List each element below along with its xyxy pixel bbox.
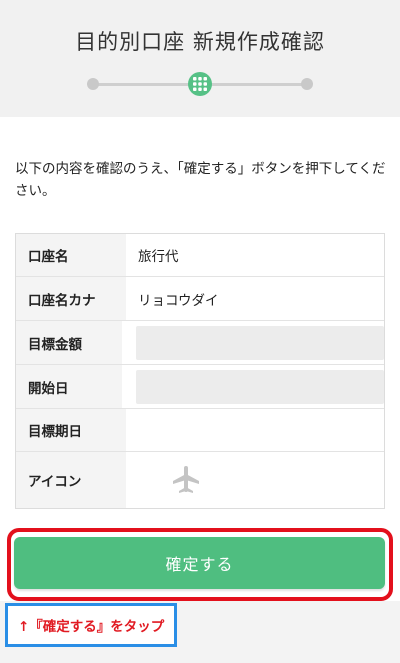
- grid-icon: [193, 77, 207, 91]
- table-row: 目標金額: [16, 321, 384, 365]
- step-dot-current: [188, 72, 212, 96]
- step-dot-3: [301, 78, 313, 90]
- row-label: 目標金額: [16, 321, 122, 364]
- table-row: 開始日: [16, 365, 384, 409]
- table-row: 口座名カナ リョコウダイ: [16, 277, 384, 321]
- airplane-icon: [173, 466, 199, 493]
- row-label: 口座名カナ: [16, 277, 126, 320]
- confirmation-table: 口座名 旅行代 口座名カナ リョコウダイ 目標金額 開始日 目標期日 アイコン: [15, 233, 385, 509]
- table-row: 口座名 旅行代: [16, 234, 384, 277]
- start-date-field: [136, 369, 384, 404]
- annotation-text: ↑『確定する』をタップ: [18, 619, 165, 635]
- row-value: リョコウダイ: [138, 292, 219, 309]
- row-label: 目標期日: [16, 409, 126, 451]
- header: 目的別口座 新規作成確認: [0, 0, 400, 117]
- table-row: アイコン: [16, 452, 384, 508]
- row-label: アイコン: [16, 452, 126, 508]
- instruction-text: 以下の内容を確認のうえ、「確定する」ボタンを押下してください。: [15, 161, 386, 199]
- page-title: 目的別口座 新規作成確認: [75, 30, 325, 54]
- annotation-box: ↑『確定する』をタップ: [5, 603, 177, 647]
- row-label: 口座名: [16, 234, 126, 276]
- row-label: 開始日: [16, 365, 122, 408]
- row-value: [126, 409, 384, 451]
- row-value-cell: [126, 452, 384, 508]
- confirm-button[interactable]: 確定する: [14, 537, 385, 589]
- row-value-cell: [122, 321, 384, 364]
- table-row: 目標期日: [16, 409, 384, 452]
- row-value-cell: [122, 365, 384, 408]
- row-value: 旅行代: [138, 249, 179, 265]
- step-dot-1: [87, 78, 99, 90]
- step-indicator: [0, 70, 400, 100]
- target-amount-field: [136, 325, 384, 360]
